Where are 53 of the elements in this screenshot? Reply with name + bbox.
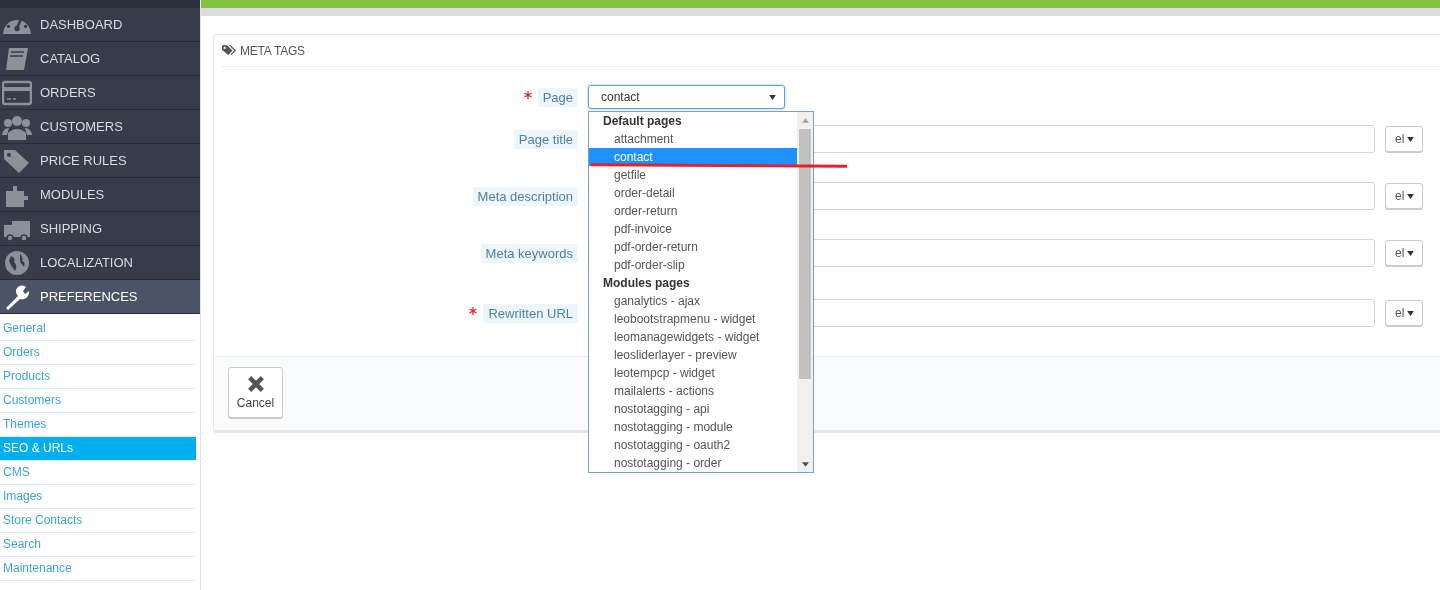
language-button[interactable]: el [1385,240,1423,266]
caret-icon [769,94,776,100]
option-group-label: Default pages [602,113,683,130]
menu-item[interactable]: PREFERENCES [0,280,200,314]
dropdown-option[interactable]: pdf-order-slip [589,256,797,274]
dropdown-option[interactable]: mailalerts - actions [589,382,797,400]
field-label: Page [537,87,578,107]
option-group-label: Modules pages [602,275,691,292]
dropdown-option[interactable]: pdf-order-return [589,238,797,256]
field-label: Rewritten URL [483,303,578,323]
dropdown-option[interactable]: nostotagging - api [589,400,797,418]
caret-icon [1407,193,1415,199]
menu-item[interactable]: CATALOG [0,42,200,76]
page-select[interactable]: contact [588,85,785,109]
scroll-up-icon[interactable] [801,118,809,123]
scrollbar[interactable] [797,112,813,472]
dashboard-icon [2,18,32,35]
field-label: Meta keywords [480,243,578,263]
language-button[interactable]: el [1385,183,1423,209]
menu-item[interactable]: DASHBOARD [0,8,200,42]
caret-icon [1407,310,1415,316]
dropdown-option[interactable]: leomanagewidgets - widget [589,328,797,346]
menu-item[interactable]: LOCALIZATION [0,246,200,280]
caret-icon [1407,136,1415,142]
menu-item[interactable]: CUSTOMERS [0,110,200,144]
tags-icon [222,45,236,56]
dropdown-option[interactable]: attachment [589,130,797,148]
caret-icon [1407,250,1415,256]
dropdown-option[interactable]: leotempcp - widget [589,364,797,382]
menu-item[interactable]: PRICE RULES [0,144,200,178]
panel-title: META TAGS [240,43,305,58]
dropdown-option[interactable]: nostotagging - module [589,418,797,436]
cancel-button[interactable]: Cancel [228,367,283,418]
dropdown-option[interactable]: order-return [589,202,797,220]
dropdown-option[interactable]: nostotagging - order [589,454,797,472]
card-icon [2,78,32,107]
menu-item[interactable]: MODULES [0,178,200,212]
menu-item[interactable]: ORDERS [0,76,200,110]
dropdown-option[interactable]: leosliderlayer - preview [589,346,797,364]
field-label: Meta description [472,186,578,206]
scroll-down-icon[interactable] [801,462,809,467]
globe-icon [2,248,32,277]
dropdown-option[interactable]: nostotagging - oauth2 [589,436,797,454]
language-button[interactable]: el [1385,126,1423,152]
dropdown-option[interactable]: getfile [589,166,797,184]
close-icon [246,375,265,393]
dropdown-option[interactable]: pdf-invoice [589,220,797,238]
dropdown-option[interactable]: ganalytics - ajax [589,292,797,310]
menu-item[interactable]: SHIPPING [0,212,200,246]
field-label: Page title [513,129,578,149]
dropdown-option[interactable]: order-detail [589,184,797,202]
language-button[interactable]: el [1385,300,1423,326]
dropdown-option[interactable]: leobootstrapmenu - widget [589,310,797,328]
